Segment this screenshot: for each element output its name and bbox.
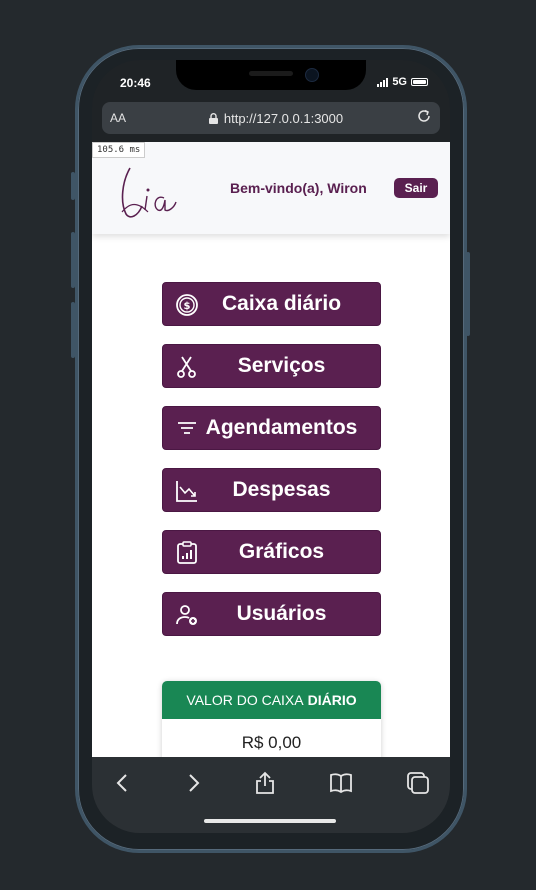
speaker <box>249 71 293 76</box>
daily-cash-card: VALOR DO CAIXA DIÁRIO R$ 0,00 <box>162 681 381 757</box>
lia-logo[interactable] <box>118 162 182 220</box>
clipboard-chart-icon <box>177 541 197 564</box>
agendamentos-button[interactable]: Agendamentos <box>162 406 381 450</box>
cash-value: R$ 0,00 <box>241 733 302 752</box>
filter-list-icon <box>178 422 196 434</box>
graficos-button[interactable]: Gráficos <box>162 530 381 574</box>
home-indicator[interactable] <box>204 819 336 823</box>
despesas-button[interactable]: Despesas <box>162 468 381 512</box>
status-indicators: 5G <box>377 76 428 88</box>
url-text: http://127.0.0.1:3000 <box>223 110 344 126</box>
card-title-bold: DIÁRIO <box>307 692 357 708</box>
scissors-icon <box>177 356 196 378</box>
svg-text:$: $ <box>184 301 191 312</box>
user-add-icon <box>176 605 197 625</box>
camera <box>305 68 319 82</box>
phone-screen: 20:46 5G AA http://127.0.0.1:3000 Bem-vi… <box>92 60 450 833</box>
status-time: 20:46 <box>120 76 151 90</box>
site-header: Bem-vindo(a), Wiron Sair <box>92 142 450 234</box>
browser-toolbar <box>92 757 450 833</box>
dollar-circle-icon: $ <box>176 294 198 316</box>
tabs-icon[interactable] <box>404 771 430 795</box>
signal-icon <box>377 77 389 87</box>
text-size-button[interactable]: AA <box>110 111 140 125</box>
chart-down-icon <box>176 481 197 502</box>
web-content: Bem-vindo(a), Wiron Sair 105.6 ms $ Caix… <box>92 142 450 757</box>
address-bar[interactable]: AA http://127.0.0.1:3000 <box>102 102 440 134</box>
logout-button[interactable]: Sair <box>394 178 438 198</box>
card-title-prefix: VALOR DO CAIXA <box>186 692 304 708</box>
share-icon[interactable] <box>252 771 278 795</box>
lock-icon <box>208 112 218 124</box>
back-icon[interactable] <box>110 771 136 795</box>
usuarios-button[interactable]: Usuários <box>162 592 381 636</box>
battery-icon <box>411 78 428 86</box>
card-header: VALOR DO CAIXA DIÁRIO <box>162 681 381 719</box>
forward-icon[interactable] <box>180 771 206 795</box>
welcome-text: Bem-vindo(a), Wiron <box>230 180 367 196</box>
bookmarks-icon[interactable] <box>328 771 354 795</box>
reload-icon[interactable] <box>412 108 432 129</box>
servicos-button[interactable]: Serviços <box>162 344 381 388</box>
perf-overlay: 105.6 ms <box>92 142 146 158</box>
network-type: 5G <box>392 76 407 88</box>
url-field[interactable]: http://127.0.0.1:3000 <box>140 111 412 126</box>
caixa-diario-button[interactable]: $ Caixa diário <box>162 282 381 326</box>
